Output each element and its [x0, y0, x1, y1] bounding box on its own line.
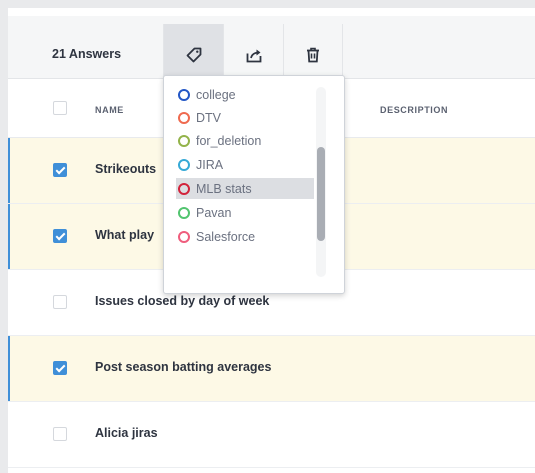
tag-option-pavan[interactable]: Pavan — [176, 202, 314, 223]
tag-color-dot — [178, 111, 190, 124]
select-all-checkbox[interactable] — [53, 101, 67, 115]
row-checkbox[interactable] — [53, 295, 67, 309]
tag-option-label: Salesforce — [196, 229, 256, 244]
tag-dropdown-menu: college DTV for_deletion JIRA MLB stats … — [163, 75, 345, 294]
trash-icon — [304, 46, 322, 64]
tag-option-label: MLB stats — [196, 181, 252, 196]
row-checkbox[interactable] — [53, 427, 67, 441]
tag-option-jira[interactable]: JIRA — [176, 154, 314, 175]
tag-option-label: for_deletion — [196, 133, 262, 148]
tag-color-dot — [178, 206, 190, 219]
tag-color-dot — [178, 134, 190, 147]
row-name[interactable]: Alicia jiras — [95, 426, 158, 440]
tag-option-label: DTV — [196, 110, 221, 125]
table-row[interactable]: Alicia jiras — [8, 402, 535, 468]
tag-option-college[interactable]: college — [176, 84, 314, 105]
column-header-description[interactable]: DESCRIPTION — [380, 105, 448, 115]
table-row[interactable]: Post season batting averages — [8, 336, 535, 402]
share-icon — [245, 46, 263, 64]
answer-count: 21 Answers — [52, 47, 122, 61]
tag-color-dot — [178, 88, 190, 101]
row-checkbox[interactable] — [53, 229, 67, 243]
row-name[interactable]: What play — [95, 228, 154, 242]
column-header-name[interactable]: NAME — [95, 105, 124, 115]
tag-color-dot — [178, 158, 190, 171]
tag-option-dtv[interactable]: DTV — [176, 107, 314, 128]
tag-color-dot — [178, 230, 190, 243]
tag-icon — [185, 46, 203, 64]
tag-option-label: Pavan — [196, 205, 232, 220]
tag-color-dot — [178, 182, 190, 195]
row-name[interactable]: Strikeouts — [95, 162, 156, 176]
row-name[interactable]: Post season batting averages — [95, 360, 271, 374]
tag-option-label: JIRA — [196, 157, 224, 172]
tag-option-label: college — [196, 87, 236, 102]
row-name[interactable]: Issues closed by day of week — [95, 294, 269, 308]
tag-option-mlb-stats[interactable]: MLB stats — [176, 178, 314, 199]
tag-option-salesforce[interactable]: Salesforce — [176, 226, 314, 247]
row-checkbox[interactable] — [53, 163, 67, 177]
toolbar: 21 Answers — [8, 16, 535, 86]
dropdown-scrollbar-thumb[interactable] — [317, 147, 325, 241]
row-checkbox[interactable] — [53, 361, 67, 375]
tag-option-for-deletion[interactable]: for_deletion — [176, 130, 314, 151]
